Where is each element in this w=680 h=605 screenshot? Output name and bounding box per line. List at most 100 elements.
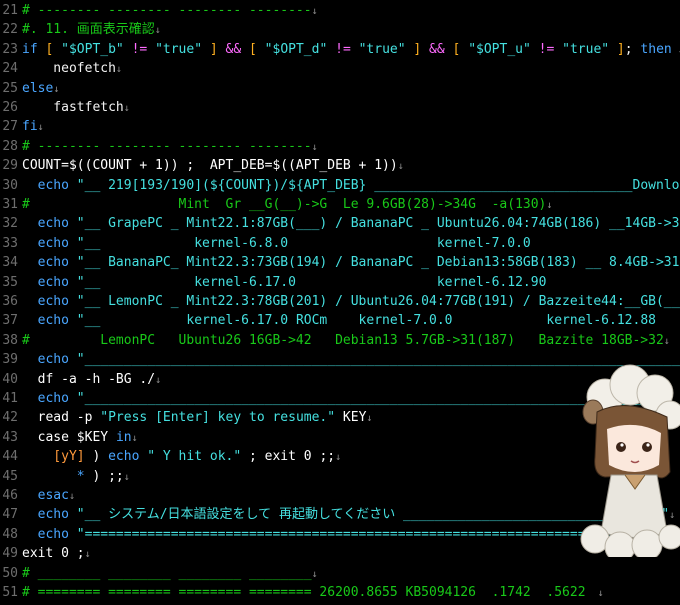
code-token: " Y hit ok.": [147, 449, 242, 465]
code-token: "$OPT_d": [264, 41, 328, 57]
newline-marker: ↓: [37, 122, 44, 134]
code-token: echo: [22, 391, 77, 406]
code-token: ): [84, 449, 109, 465]
code-token: # ======== ======== ======== ======== 26…: [22, 585, 586, 600]
editor-line[interactable]: 25 else↓: [0, 79, 680, 98]
newline-marker: ↓: [366, 413, 373, 425]
code-token: ]: [405, 41, 422, 57]
code-text: # -------- -------- -------- --------↓: [22, 1, 318, 20]
line-number: 48: [2, 526, 18, 542]
editor-line[interactable]: 35 echo "__ kernel-6.17.0 kernel-6.12.90…: [0, 273, 680, 292]
code-text: echo "__ kernel-6.8.0 kernel-7.0.0 "↓: [22, 234, 680, 253]
code-token: in: [115, 429, 132, 445]
newline-marker: ↓: [311, 568, 318, 580]
newline-marker: ↓: [154, 25, 161, 37]
newline-marker: ↓: [585, 588, 604, 599]
editor-line[interactable]: 33 echo "__ kernel-6.8.0 kernel-7.0.0 "↓: [0, 234, 680, 253]
code-token: echo: [22, 235, 77, 251]
code-token: fastfetch: [22, 100, 124, 115]
code-text: fi↓: [22, 117, 44, 136]
editor-line[interactable]: 22 #. 11. 画面表示確認↓: [0, 20, 680, 39]
code-text: echo "__ GrapePC _ Mint22.1:87GB(___) / …: [22, 214, 680, 233]
code-token: echo: [108, 449, 148, 465]
code-text: echo "__ kernel-6.17.0 kernel-6.12.90 "↓: [22, 273, 680, 292]
code-token: echo: [22, 526, 77, 542]
code-text: # ________ ________ ________ ________↓: [22, 564, 318, 583]
editor-line[interactable]: 21 # -------- -------- -------- --------↓: [0, 1, 680, 20]
code-text: # Mint Gr __G(__)->G Le 9.6GB(28)->34G -…: [22, 195, 552, 214]
editor-line[interactable]: 50 # ________ ________ ________ ________↓: [0, 564, 680, 583]
code-token: *: [22, 468, 93, 484]
code-token: "__ kernel-6.17.0 ROCm kernel-7.0.0 kern…: [76, 313, 680, 329]
code-token: # -------- -------- -------- --------: [22, 138, 312, 154]
code-token: exit 0 ;: [22, 546, 85, 562]
newline-marker: ↓: [155, 374, 162, 386]
editor-line[interactable]: 32 echo "__ GrapePC _ Mint22.1:87GB(___)…: [0, 214, 680, 233]
code-text: [yY] ) echo " Y hit ok." ; exit 0 ;;↓: [22, 447, 341, 466]
code-token: &&: [421, 41, 453, 57]
code-token: echo: [22, 294, 77, 309]
editor-line[interactable]: 27 fi↓: [0, 117, 680, 136]
code-token: ) ;;: [92, 468, 124, 484]
line-number: 23: [2, 41, 18, 57]
code-token: if: [22, 41, 46, 57]
editor-line[interactable]: 29 COUNT=$((COUNT + 1)) ; APT_DEB=$((APT_…: [0, 156, 680, 175]
code-token: read -p: [22, 410, 101, 426]
newline-marker: ↓: [335, 452, 342, 464]
code-token: then: [640, 41, 672, 57]
code-token: #. 11. 画面表示確認: [22, 22, 155, 38]
line-number: 26: [2, 100, 18, 115]
line-number: 40: [2, 371, 18, 387]
code-token: fi: [22, 119, 38, 135]
newline-marker: ↓: [311, 6, 318, 17]
code-token: "__ kernel-6.8.0 kernel-7.0.0 ": [76, 235, 680, 251]
newline-marker: ↓: [123, 103, 130, 114]
line-number: 47: [2, 507, 18, 523]
code-token: # Mint Gr __G(__)->G Le 9.6GB(28)->34G -…: [22, 197, 547, 212]
code-token: "__ LemonPC _ Mint22.3:78GB(201) / Ubunt…: [76, 294, 680, 309]
line-number: 28: [2, 138, 18, 154]
code-text: neofetch↓: [22, 59, 122, 78]
line-number: 34: [2, 255, 18, 271]
line-number: 41: [2, 391, 18, 406]
code-token: ]: [609, 41, 625, 57]
editor-line[interactable]: 23 if [ "$OPT_b" != "true" ] && [ "$OPT_d…: [0, 40, 680, 59]
editor-line[interactable]: 38 # LemonPC Ubuntu26 16GB->42 Debian13 5…: [0, 331, 680, 350]
line-number: 35: [2, 274, 18, 290]
editor-line[interactable]: 34 echo "__ BananaPC_ Mint22.3:73GB(194)…: [0, 253, 680, 272]
line-number: 44: [2, 449, 18, 465]
code-text: # ======== ======== ======== ======== 26…: [22, 583, 604, 602]
line-number: 21: [2, 3, 18, 18]
editor-line[interactable]: 36 echo "__ LemonPC _ Mint22.3:78GB(201)…: [0, 292, 680, 311]
editor-line[interactable]: 31 # Mint Gr __G(__)->G Le 9.6GB(28)->34G…: [0, 195, 680, 214]
code-text: df -a -h -BG ./↓: [22, 370, 161, 389]
code-token: neofetch: [22, 61, 116, 77]
code-text: echo "__ 219[193/190](${COUNT})/${APT_DE…: [22, 176, 680, 195]
newline-marker: ↓: [672, 45, 680, 56]
code-text: echo "__ LemonPC _ Mint22.3:78GB(201) / …: [22, 292, 680, 311]
code-token: echo: [22, 216, 77, 232]
code-text: fastfetch↓: [22, 98, 130, 117]
editor-line[interactable]: 28 # -------- -------- -------- --------↓: [0, 137, 680, 156]
editor-line[interactable]: 51 # ======== ======== ======== ======== …: [0, 583, 680, 602]
code-token: "$OPT_u": [468, 41, 531, 57]
line-number: 29: [2, 158, 18, 174]
newline-marker: ↓: [84, 549, 91, 561]
code-token: !=: [530, 41, 563, 57]
editor-line[interactable]: 24 neofetch↓: [0, 59, 680, 78]
code-text: COUNT=$((COUNT + 1)) ; APT_DEB=$((APT_DE…: [22, 156, 404, 175]
code-token: "__ BananaPC_ Mint22.3:73GB(194) / Banan…: [76, 255, 680, 271]
editor-line[interactable]: 26 fastfetch↓: [0, 98, 680, 117]
line-number: 36: [2, 294, 18, 309]
code-token: $KEY: [76, 429, 116, 445]
line-number: 31: [2, 197, 18, 212]
newline-marker: ↓: [397, 161, 404, 173]
editor-line[interactable]: 37 echo "__ kernel-6.17.0 ROCm kernel-7.…: [0, 311, 680, 330]
line-number: 43: [2, 429, 18, 445]
line-number: 51: [2, 585, 18, 600]
code-text: else↓: [22, 79, 59, 98]
code-token: "true": [358, 41, 406, 57]
code-token: !=: [327, 41, 359, 57]
code-text: #. 11. 画面表示確認↓: [22, 20, 161, 39]
editor-line[interactable]: 30 echo "__ 219[193/190](${COUNT})/${APT…: [0, 176, 680, 195]
